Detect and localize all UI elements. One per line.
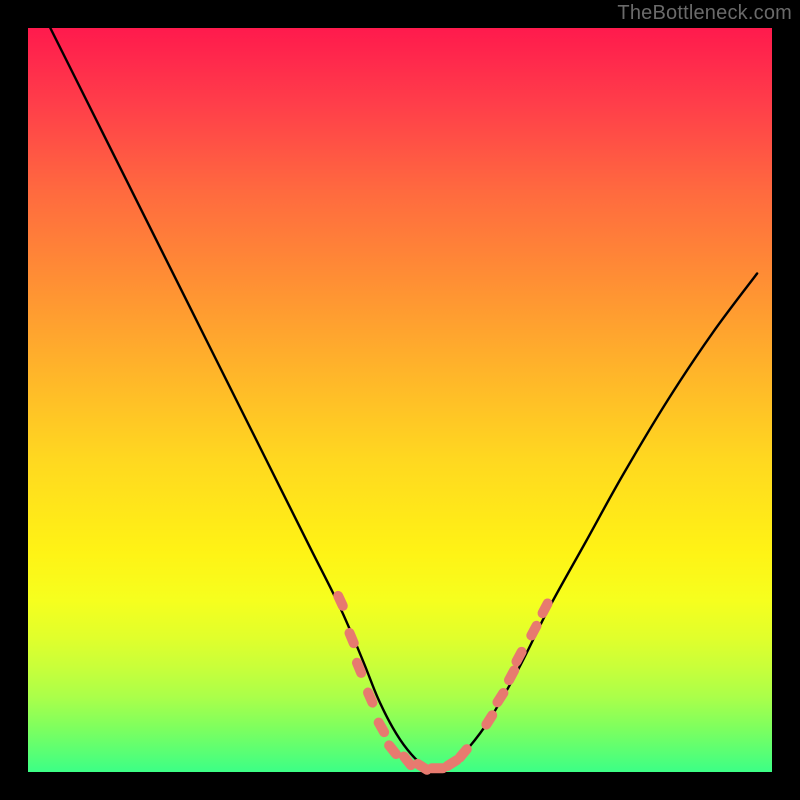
curve-marker — [350, 633, 354, 643]
curve-marker — [497, 693, 503, 702]
curve-marker — [368, 693, 372, 703]
curve-marker — [447, 760, 456, 766]
curve-marker — [338, 596, 343, 606]
curve-marker — [418, 764, 427, 770]
curve-marker — [460, 749, 467, 757]
curve-marker — [404, 757, 411, 766]
curve-markers — [338, 596, 548, 770]
curve-marker — [379, 723, 384, 733]
chart-frame: TheBottleneck.com — [0, 0, 800, 800]
curve-marker — [486, 715, 492, 724]
curve-marker — [357, 663, 361, 673]
watermark-text: TheBottleneck.com — [617, 2, 792, 25]
curve-marker — [509, 670, 514, 680]
curve-svg — [28, 28, 772, 772]
curve-marker — [543, 603, 548, 613]
bottleneck-curve — [50, 28, 757, 768]
curve-marker — [516, 652, 521, 662]
curve-marker — [389, 745, 396, 754]
plot-area — [28, 28, 772, 772]
curve-marker — [531, 626, 536, 636]
